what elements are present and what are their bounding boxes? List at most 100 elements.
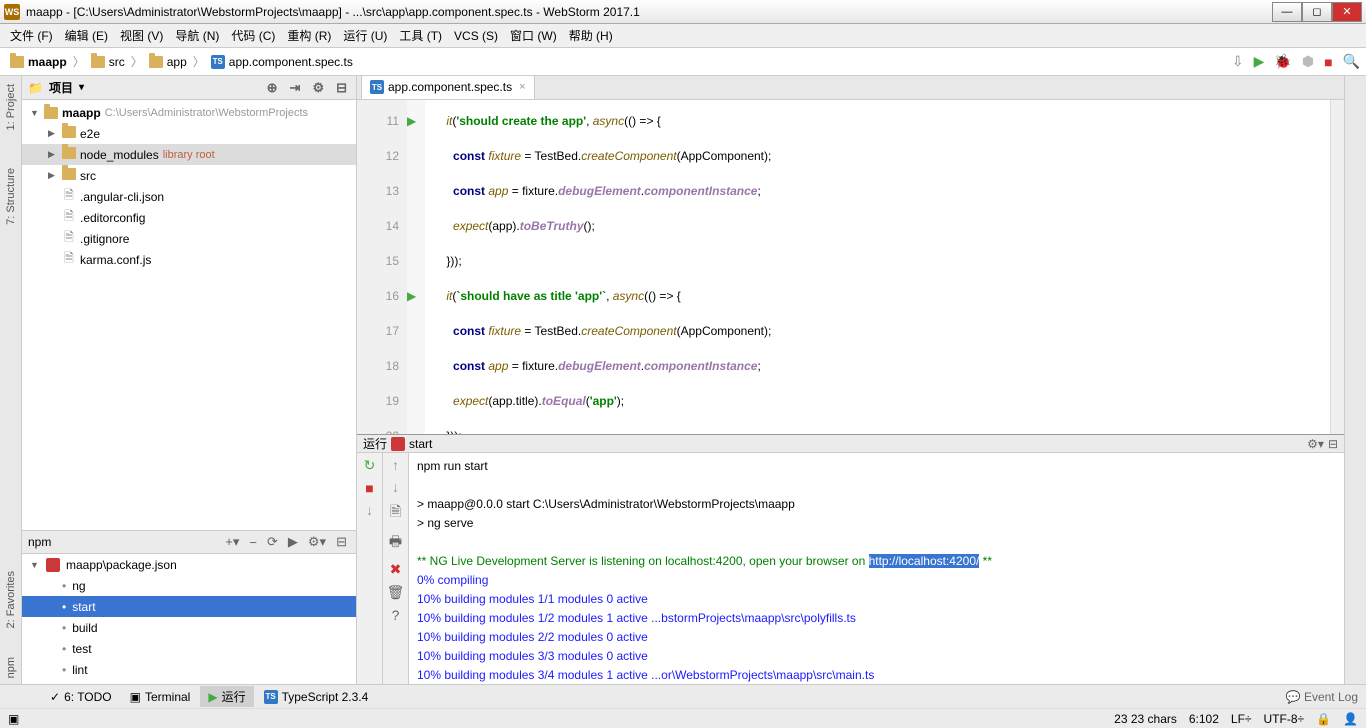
bottom-tab[interactable]: TSTypeScript 2.3.4: [256, 686, 377, 707]
npm-hide-button[interactable]: ⊟: [333, 534, 350, 550]
npm-script-item[interactable]: •start: [22, 596, 356, 617]
npm-root[interactable]: ▼ maapp\package.json: [22, 554, 356, 575]
npm-run-button[interactable]: ▶: [285, 534, 301, 550]
tab-label: app.component.spec.ts: [388, 80, 512, 94]
tree-item[interactable]: 🗎karma.conf.js: [22, 249, 356, 270]
collapse-all-button[interactable]: ⇥: [287, 80, 304, 96]
npm-add-button[interactable]: +▾: [222, 534, 242, 550]
coverage-button[interactable]: ⬢: [1302, 53, 1314, 70]
clear-button[interactable]: ✖: [390, 561, 402, 578]
export-button[interactable]: 🗎: [390, 501, 401, 525]
breadcrumb-segment[interactable]: app: [145, 53, 191, 71]
stop-button[interactable]: ■: [1324, 54, 1332, 70]
readonly-lock-icon[interactable]: 🔒: [1316, 712, 1331, 726]
tree-item[interactable]: 🗎.gitignore: [22, 228, 356, 249]
tab-icon: ▣: [130, 690, 141, 704]
menu-item[interactable]: 编辑 (E): [61, 25, 112, 46]
menu-item[interactable]: 窗口 (W): [506, 25, 561, 46]
folder-icon: [62, 168, 76, 183]
tree-item[interactable]: ▶e2e: [22, 123, 356, 144]
down2-button[interactable]: ↓: [392, 479, 399, 495]
status-icon: ▣: [8, 712, 19, 726]
close-button[interactable]: ✕: [1332, 2, 1362, 22]
file-icon: 🗎: [62, 249, 76, 270]
stop-process-button[interactable]: ■: [365, 480, 373, 496]
npm-settings-button[interactable]: ⚙▾: [305, 534, 329, 550]
rerun-button[interactable]: ↻: [364, 457, 376, 474]
run-button[interactable]: ▶: [1254, 53, 1265, 70]
line-separator[interactable]: LF÷: [1231, 712, 1252, 726]
npm-script-item[interactable]: •ng: [22, 575, 356, 596]
close-tab-button[interactable]: ×: [519, 81, 525, 93]
favorites-tool-button[interactable]: 2: Favorites: [5, 567, 17, 632]
down-button[interactable]: ↓: [366, 502, 373, 518]
tree-item[interactable]: ▶node_modules library root: [22, 144, 356, 165]
bottom-tab[interactable]: ✓6: TODO: [42, 686, 120, 707]
tree-root[interactable]: ▼ maapp C:\Users\Administrator\WebstormP…: [22, 102, 356, 123]
settings-button[interactable]: ⚙: [309, 80, 327, 96]
npm-remove-button[interactable]: −: [246, 535, 260, 550]
npm-script-item[interactable]: •test: [22, 638, 356, 659]
menu-item[interactable]: 代码 (C): [227, 25, 279, 46]
run-hide-button[interactable]: ⊟: [1328, 437, 1338, 451]
breadcrumb-segment[interactable]: src: [87, 53, 129, 71]
bottom-tab[interactable]: ▶运行: [200, 686, 253, 707]
titlebar: WS maapp - [C:\Users\Administrator\Webst…: [0, 0, 1366, 24]
minimize-button[interactable]: —: [1272, 2, 1302, 22]
npm-script-item[interactable]: •build: [22, 617, 356, 638]
search-button[interactable]: 🔍: [1343, 53, 1360, 70]
editor-scrollbar[interactable]: [1330, 100, 1344, 434]
npm-panel-header: npm +▾ − ⟳ ▶ ⚙▾ ⊟: [22, 530, 356, 554]
menu-item[interactable]: 工具 (T): [395, 25, 446, 46]
main-content: 1: Project 7: Structure 📁 项目 ▾ ⊕ ⇥ ⚙ ⊟ ▼…: [0, 76, 1366, 684]
npm-icon: [391, 437, 405, 451]
project-tool-button[interactable]: 1: Project: [5, 80, 17, 134]
breadcrumb-segment[interactable]: TSapp.component.spec.ts: [207, 53, 357, 71]
inspector-icon[interactable]: 👤: [1343, 712, 1358, 726]
bottom-tab[interactable]: ▣Terminal: [122, 686, 199, 707]
tree-item[interactable]: 🗎.angular-cli.json: [22, 186, 356, 207]
run-panel-header: 运行 start ⚙▾ ⊟: [357, 435, 1344, 453]
npm-refresh-button[interactable]: ⟳: [264, 534, 281, 550]
right-tool-rail: [1344, 76, 1366, 684]
menu-item[interactable]: 运行 (U): [339, 25, 391, 46]
run-gutter[interactable]: ▶ ▶: [407, 100, 425, 434]
breadcrumb-segment[interactable]: maapp: [6, 53, 71, 71]
project-tree[interactable]: ▼ maapp C:\Users\Administrator\WebstormP…: [22, 100, 356, 530]
menu-item[interactable]: 文件 (F): [6, 25, 57, 46]
menu-item[interactable]: VCS (S): [450, 27, 502, 45]
editor-tab[interactable]: TS app.component.spec.ts ×: [361, 75, 535, 99]
build-button[interactable]: ⇩: [1232, 53, 1244, 70]
structure-tool-button[interactable]: 7: Structure: [5, 164, 17, 229]
up-button[interactable]: ↑: [392, 457, 399, 473]
hide-button[interactable]: ⊟: [333, 80, 350, 96]
event-log-button[interactable]: 💬 Event Log: [1286, 690, 1358, 704]
menu-item[interactable]: 帮助 (H): [565, 25, 617, 46]
run-settings-button[interactable]: ⚙▾: [1307, 437, 1324, 451]
npm-tree[interactable]: ▼ maapp\package.json •ng•start•build•tes…: [22, 554, 356, 684]
tree-item[interactable]: ▶src: [22, 165, 356, 186]
npm-icon: [46, 558, 60, 572]
encoding[interactable]: UTF-8÷: [1264, 712, 1305, 726]
chevron-right-icon: 〉: [131, 53, 143, 70]
code-editor[interactable]: 11121314151617181920 ▶ ▶ it('should crea…: [357, 100, 1344, 434]
trash-button[interactable]: 🗑: [387, 584, 405, 601]
menu-item[interactable]: 导航 (N): [171, 25, 223, 46]
print-button[interactable]: 🖶: [389, 531, 402, 555]
scroll-from-source-button[interactable]: ⊕: [264, 80, 281, 96]
npm-script-item[interactable]: •lint: [22, 659, 356, 680]
code-content[interactable]: it('should create the app', async(() => …: [425, 100, 1330, 434]
menu-item[interactable]: 重构 (R): [283, 25, 335, 46]
debug-button[interactable]: 🐞: [1274, 53, 1291, 70]
tree-item[interactable]: 🗎.editorconfig: [22, 207, 356, 228]
menu-item[interactable]: 视图 (V): [116, 25, 167, 46]
npm-tool-button[interactable]: npm: [5, 653, 17, 682]
help-button[interactable]: ?: [392, 607, 400, 623]
status-bar: ✓6: TODO▣Terminal▶运行TSTypeScript 2.3.4 💬…: [0, 684, 1366, 708]
selection-status: 23 23 chars: [1114, 712, 1177, 726]
run-toolbar: ↻ ■ ↓: [357, 453, 383, 689]
maximize-button[interactable]: ◻: [1302, 2, 1332, 22]
console-output[interactable]: npm run start > maapp@0.0.0 start C:\Use…: [409, 453, 1344, 689]
project-icon: 📁: [28, 81, 43, 95]
run-panel: 运行 start ⚙▾ ⊟ ↻ ■ ↓ ↑ ↓ 🗎 🖶 ✖: [357, 434, 1344, 684]
